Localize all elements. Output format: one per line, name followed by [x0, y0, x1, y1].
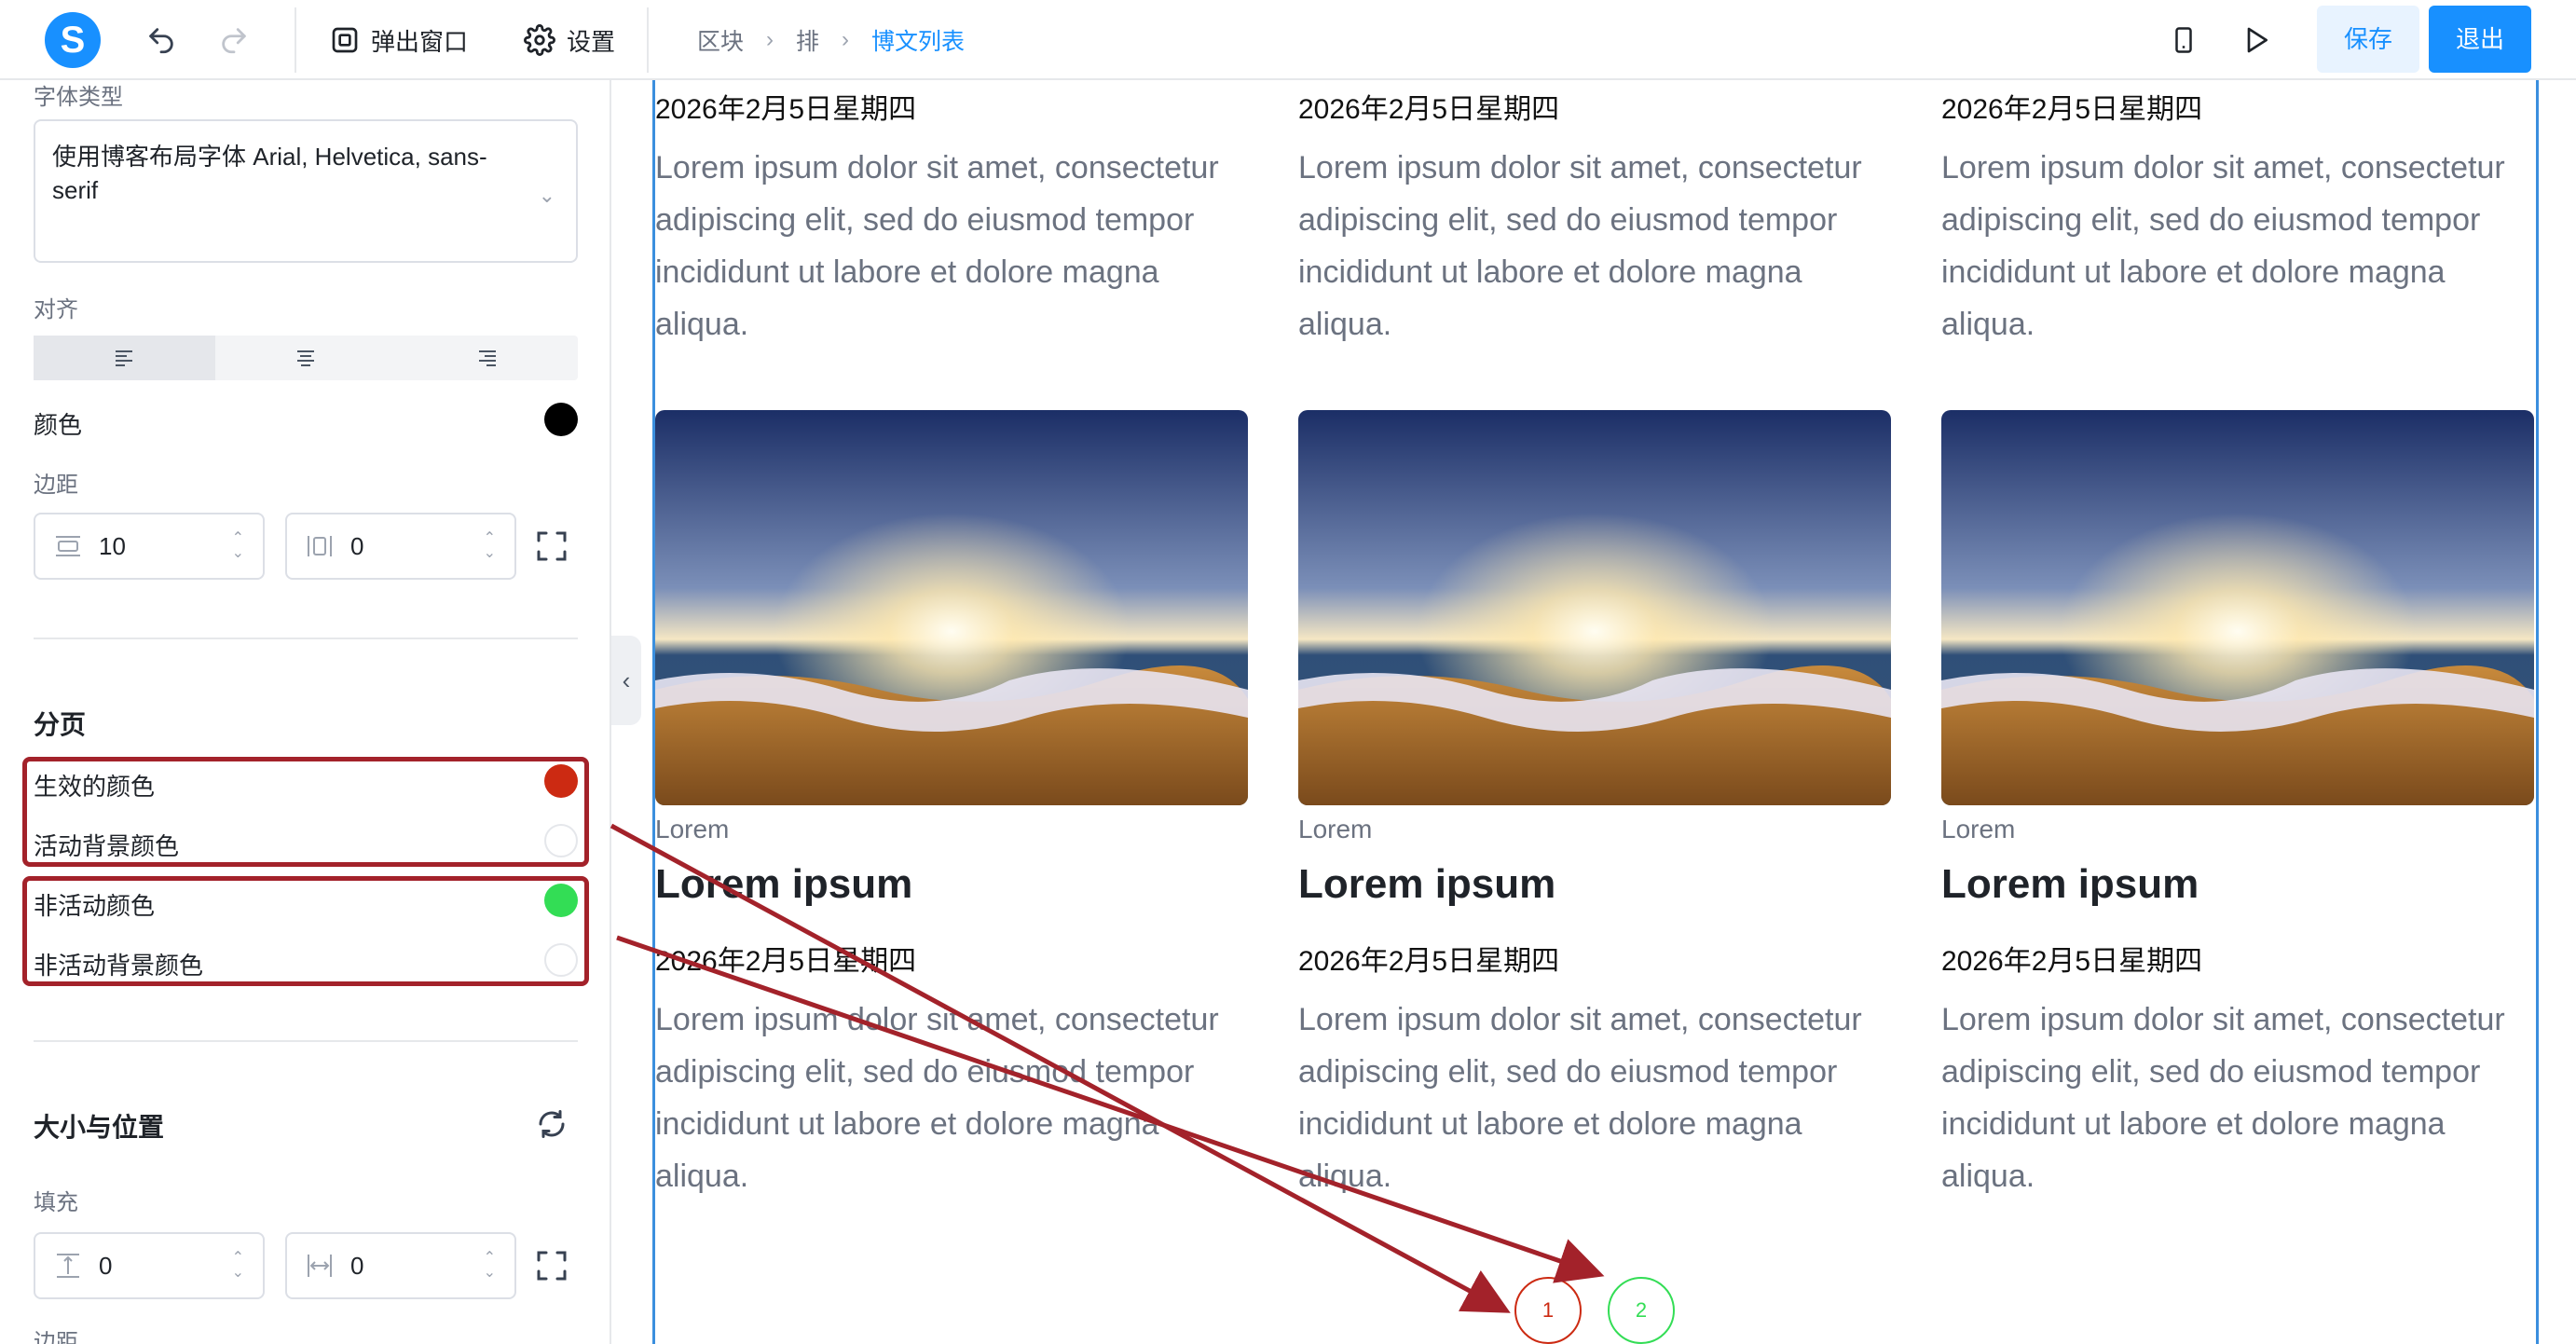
- inactive-color-label: 非活动颜色: [34, 892, 156, 920]
- text-color-swatch[interactable]: [544, 403, 578, 436]
- margin2-label: 边距: [34, 1330, 78, 1344]
- padding-horizontal-icon: [308, 1255, 332, 1277]
- reset-icon[interactable]: [535, 1107, 569, 1141]
- undo-icon[interactable]: [142, 21, 181, 60]
- pagination-page-2[interactable]: 2: [1608, 1277, 1675, 1344]
- toolbar-divider: [647, 7, 649, 73]
- post-excerpt: Lorem ipsum dolor sit amet, consectetur …: [655, 150, 1219, 342]
- toolbar-divider: [295, 7, 296, 73]
- breadcrumb: 区块 › 排 › 博文列表: [697, 21, 965, 60]
- collapse-panel-button[interactable]: ‹: [611, 636, 641, 725]
- exit-button[interactable]: 退出: [2429, 6, 2531, 73]
- settings-panel: 字体类型 使用博客布局字体 Arial, Helvetica, sans-ser…: [0, 80, 611, 1344]
- redo-icon[interactable]: [214, 21, 253, 60]
- stepper-icon[interactable]: ⌃ ⌄: [484, 1251, 496, 1281]
- pagination-section-title: 分页: [34, 710, 87, 739]
- post-date: 2026年2月5日星期四: [1941, 94, 2203, 125]
- pagination-page-1[interactable]: 1: [1514, 1277, 1582, 1344]
- active-bg-color-swatch[interactable]: [544, 824, 578, 857]
- breadcrumb-item-row[interactable]: 排: [796, 23, 819, 57]
- size-position-section-title: 大小与位置: [34, 1113, 165, 1142]
- expand-icon[interactable]: [535, 529, 569, 563]
- inactive-color-swatch[interactable]: [544, 884, 578, 917]
- post-image[interactable]: [1941, 410, 2534, 805]
- margin-label: 边距: [34, 473, 78, 498]
- active-color-swatch[interactable]: [544, 764, 578, 798]
- font-type-value: 使用博客布局字体 Arial, Helvetica, sans-serif: [52, 143, 487, 204]
- align-left-button[interactable]: [34, 336, 215, 380]
- post-date: 2026年2月5日星期四: [1298, 94, 1560, 125]
- post-excerpt: Lorem ipsum dolor sit amet, consectetur …: [1941, 1002, 2505, 1194]
- post-image[interactable]: [655, 410, 1248, 805]
- align-center-icon: [297, 350, 314, 366]
- post-title[interactable]: Lorem ipsum: [655, 861, 912, 908]
- inactive-bg-color-swatch[interactable]: [544, 943, 578, 977]
- margin-horizontal-input[interactable]: 0 ⌃ ⌄: [285, 513, 516, 580]
- chevron-down-icon: ⌄: [538, 184, 555, 207]
- align-right-icon: [478, 350, 496, 366]
- stepper-icon[interactable]: ⌃ ⌄: [232, 531, 244, 561]
- post-category[interactable]: Lorem: [655, 815, 729, 844]
- post-date: 2026年2月5日星期四: [1941, 946, 2203, 977]
- stepper-icon[interactable]: ⌃ ⌄: [232, 1251, 244, 1281]
- save-button[interactable]: 保存: [2317, 6, 2419, 73]
- chevron-right-icon: ›: [842, 27, 850, 52]
- post-image[interactable]: [1298, 410, 1891, 805]
- padding-horizontal-input[interactable]: 0 ⌃ ⌄: [285, 1232, 516, 1299]
- post-category[interactable]: Lorem: [1298, 815, 1372, 844]
- post-excerpt: Lorem ipsum dolor sit amet, consectetur …: [1941, 150, 2505, 342]
- font-type-select[interactable]: 使用博客布局字体 Arial, Helvetica, sans-serif ⌄: [34, 119, 578, 263]
- mobile-preview-icon[interactable]: [2164, 21, 2203, 60]
- breadcrumb-item-blog-list[interactable]: 博文列表: [871, 23, 965, 57]
- post-date: 2026年2月5日星期四: [1298, 946, 1560, 977]
- post-excerpt: Lorem ipsum dolor sit amet, consectetur …: [1298, 1002, 1862, 1194]
- gear-icon: [524, 24, 555, 56]
- padding-horizontal-value: 0: [350, 1251, 364, 1280]
- top-toolbar: S 弹出窗口 设置 区块 › 排 › 博文列表 保存 退出: [0, 0, 2576, 80]
- align-center-button[interactable]: [215, 336, 397, 380]
- expand-icon[interactable]: [535, 1249, 569, 1282]
- post-date: 2026年2月5日星期四: [655, 94, 917, 125]
- active-color-label: 生效的颜色: [34, 773, 156, 801]
- post-date: 2026年2月5日星期四: [655, 946, 917, 977]
- margin-vertical-input[interactable]: 10 ⌃ ⌄: [34, 513, 265, 580]
- margin-vertical-value: 10: [99, 531, 126, 560]
- text-align-group: [34, 336, 578, 380]
- color-label: 颜色: [34, 411, 83, 439]
- padding-label: 填充: [34, 1190, 78, 1215]
- align-right-button[interactable]: [396, 336, 578, 380]
- post-excerpt: Lorem ipsum dolor sit amet, consectetur …: [655, 1002, 1219, 1194]
- chevron-left-icon: ‹: [622, 665, 631, 694]
- popup-window-icon: [332, 27, 358, 53]
- chevron-right-icon: ›: [766, 27, 774, 52]
- preview-canvas: 2026年2月5日星期四 Lorem ipsum dolor sit amet,…: [652, 80, 2539, 1344]
- play-icon[interactable]: [2237, 21, 2276, 60]
- margin-horizontal-value: 0: [350, 531, 364, 560]
- align-label: 对齐: [34, 297, 78, 322]
- post-excerpt: Lorem ipsum dolor sit amet, consectetur …: [1298, 150, 1862, 342]
- margin-horizontal-icon: [308, 536, 332, 556]
- settings-label: 设置: [567, 27, 616, 56]
- post-title[interactable]: Lorem ipsum: [1941, 861, 2199, 908]
- popup-window-label: 弹出窗口: [371, 27, 469, 56]
- popup-window-button[interactable]: 弹出窗口: [330, 17, 468, 63]
- font-type-label: 字体类型: [34, 85, 123, 110]
- padding-vertical-input[interactable]: 0 ⌃ ⌄: [34, 1232, 265, 1299]
- breadcrumb-item-block[interactable]: 区块: [697, 23, 744, 57]
- section-divider: [34, 638, 578, 639]
- padding-vertical-icon: [57, 1254, 79, 1278]
- section-divider: [34, 1040, 578, 1042]
- post-category[interactable]: Lorem: [1941, 815, 2015, 844]
- settings-button[interactable]: 设置: [524, 17, 615, 63]
- align-left-icon: [116, 350, 133, 366]
- active-bg-color-label: 活动背景颜色: [34, 832, 180, 860]
- app-logo: S: [45, 12, 101, 68]
- margin-vertical-icon: [56, 536, 80, 556]
- inactive-bg-color-label: 非活动背景颜色: [34, 952, 204, 980]
- stepper-icon[interactable]: ⌃ ⌄: [484, 531, 496, 561]
- padding-vertical-value: 0: [99, 1251, 113, 1280]
- post-title[interactable]: Lorem ipsum: [1298, 861, 1555, 908]
